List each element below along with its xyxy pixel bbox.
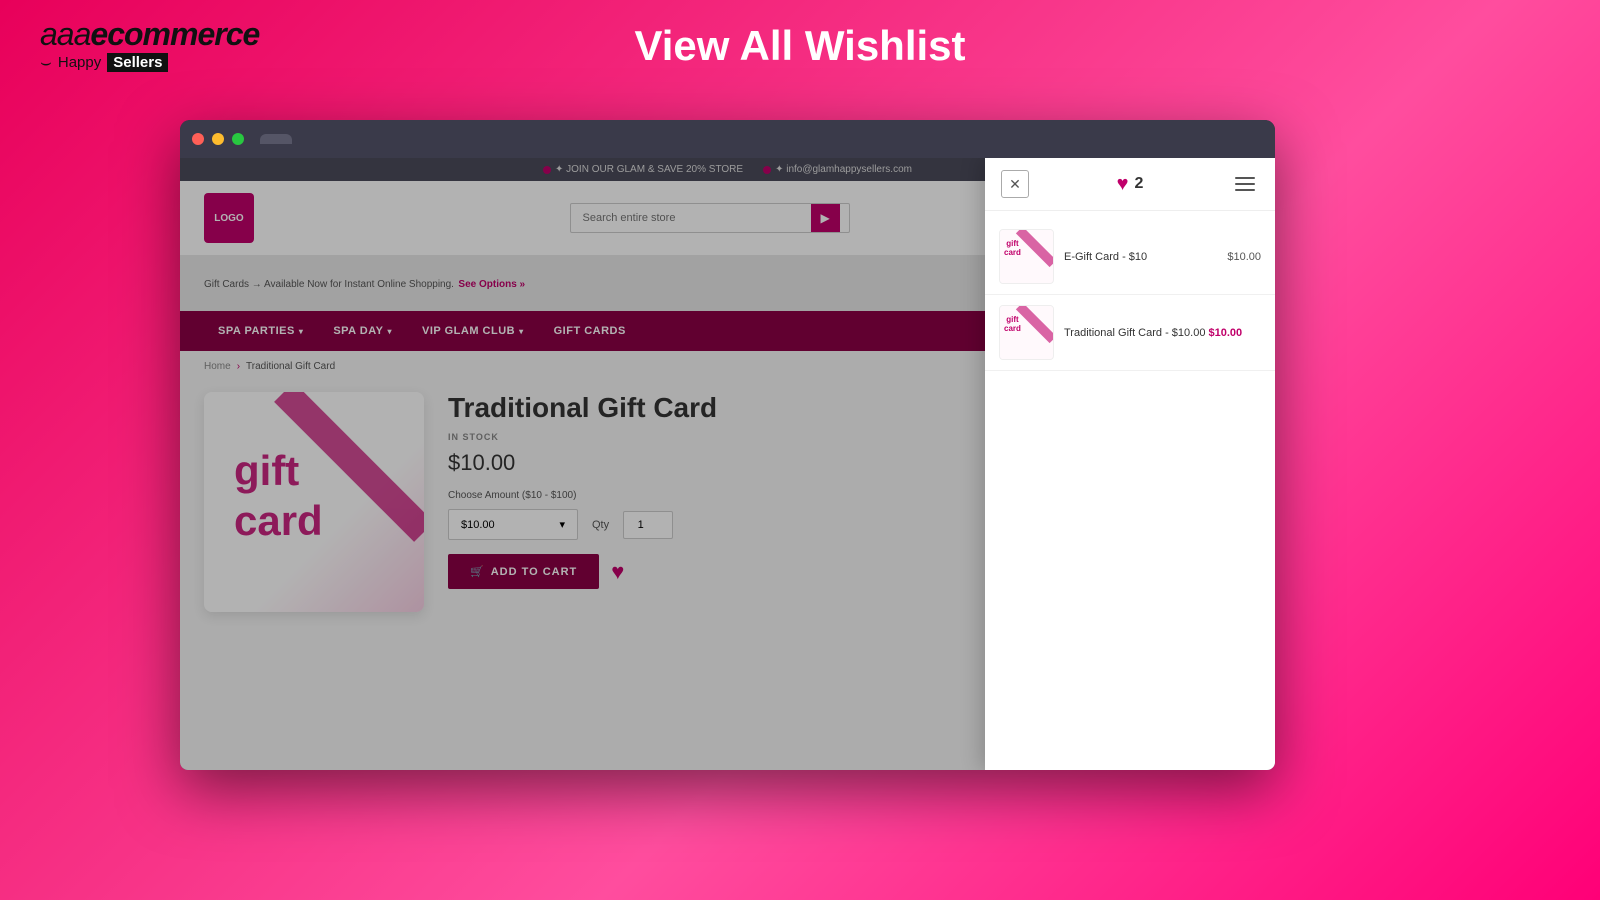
nav-spa-day-chevron: ▾ (388, 327, 393, 336)
menu-line-1 (1235, 177, 1255, 179)
menu-line-2 (1235, 183, 1255, 185)
topbar-item-1: ✦ JOIN OUR GLAM & SAVE 20% STORE (543, 164, 743, 175)
browser-tab[interactable] (260, 134, 292, 144)
search-input[interactable] (571, 205, 811, 231)
nav-vip-glam-chevron: ▾ (519, 327, 524, 336)
store-logo-img: LOGO (204, 193, 254, 243)
nav-item-gift-cards[interactable]: GIFT CARDS (540, 311, 640, 351)
browser-minimize-btn[interactable] (212, 133, 224, 145)
wishlist-panel: ✕ ♥ 2 (985, 158, 1275, 770)
wishlist-item-1-text: giftcard (1004, 240, 1021, 258)
nav-item-spa-parties[interactable]: SPA PARTIES ▾ (204, 311, 317, 351)
wishlist-close-button[interactable]: ✕ (1001, 170, 1029, 198)
wishlist-item-2-price-red: $10.00 (1209, 327, 1243, 339)
gift-word-card: card (234, 497, 323, 545)
wishlist-item-1-image: giftcard (999, 229, 1054, 284)
gift-card-visual: gift card (204, 392, 424, 612)
amount-chevron-icon: ▾ (559, 518, 565, 531)
search-button[interactable]: ▶ (811, 204, 840, 232)
qty-input[interactable] (623, 511, 673, 539)
breadcrumb-home[interactable]: Home (204, 361, 231, 372)
page-title: View All Wishlist (634, 22, 965, 70)
add-to-cart-label: ADD TO CART (491, 566, 578, 578)
nav-spa-parties-chevron: ▾ (299, 327, 304, 336)
browser-content: ✦ JOIN OUR GLAM & SAVE 20% STORE ✦ info@… (180, 158, 1275, 770)
topbar-text-1: ✦ JOIN OUR GLAM & SAVE 20% STORE (555, 164, 743, 175)
wishlist-header: ✕ ♥ 2 (985, 158, 1275, 211)
breadcrumb-separator: › (237, 361, 240, 372)
nav-gift-cards-label: GIFT CARDS (554, 325, 626, 337)
wishlist-item: giftcard Traditional Gift Card - $10.00 … (985, 295, 1275, 371)
amount-value: $10.00 (461, 519, 495, 531)
add-to-cart-button[interactable]: 🛒 ADD TO CART (448, 554, 599, 589)
nav-item-spa-day[interactable]: SPA DAY ▾ (319, 311, 406, 351)
promo-text: Gift Cards → Available Now for Instant O… (204, 279, 454, 290)
wishlist-heart-icon: ♥ (1117, 173, 1129, 196)
brand-arrow-icon: ⌣ (40, 52, 52, 73)
menu-line-3 (1235, 189, 1255, 191)
qty-label: Qty (592, 519, 609, 531)
wishlist-count: ♥ 2 (1117, 173, 1144, 196)
wishlist-item: giftcard E-Gift Card - $10 $10.00 (985, 219, 1275, 295)
wishlist-item-2-name: Traditional Gift Card - $10.00 $10.00 (1064, 327, 1261, 339)
brand-happy-label: Happy (58, 54, 101, 71)
brand-name: aaaecommerce (40, 18, 259, 50)
wishlist-item-2-text: giftcard (1004, 316, 1021, 334)
brand-tagline: ⌣ Happy Sellers (40, 52, 259, 73)
wishlist-item-2-image: giftcard (999, 305, 1054, 360)
top-brand-bar: aaaecommerce ⌣ Happy Sellers View All Wi… (0, 0, 1600, 91)
nav-spa-parties-label: SPA PARTIES (218, 325, 295, 337)
brand-sellers-label: Sellers (107, 53, 168, 72)
gift-word-gift: gift (234, 447, 299, 495)
promo-link[interactable]: See Options » (458, 279, 525, 290)
brand-logo: aaaecommerce ⌣ Happy Sellers (40, 18, 259, 73)
promo-text-area: Gift Cards → Available Now for Instant O… (204, 274, 525, 292)
search-bar[interactable]: ▶ (570, 203, 850, 233)
wishlist-menu-button[interactable] (1231, 170, 1259, 198)
browser-close-btn[interactable] (192, 133, 204, 145)
breadcrumb-current: Traditional Gift Card (246, 361, 335, 372)
store-logo: LOGO (204, 193, 324, 243)
browser-window: ✦ JOIN OUR GLAM & SAVE 20% STORE ✦ info@… (180, 120, 1275, 770)
browser-chrome (180, 120, 1275, 158)
browser-maximize-btn[interactable] (232, 133, 244, 145)
nav-item-vip-glam[interactable]: VIP GLAM CLUB ▾ (408, 311, 538, 351)
topbar-dot-2 (763, 166, 771, 174)
wishlist-count-number: 2 (1134, 175, 1143, 193)
nav-spa-day-label: SPA DAY (333, 325, 383, 337)
product-wishlist-button[interactable]: ♥ (611, 559, 624, 585)
amount-select[interactable]: $10.00 ▾ (448, 509, 578, 540)
topbar-dot-1 (543, 166, 551, 174)
cart-btn-icon: 🛒 (470, 565, 485, 578)
wishlist-item-2-info: Traditional Gift Card - $10.00 $10.00 (1064, 327, 1261, 339)
topbar-item-2: ✦ info@glamhappysellers.com (763, 164, 912, 175)
product-image: gift card (204, 392, 424, 612)
close-icon: ✕ (1009, 176, 1021, 193)
nav-vip-glam-label: VIP GLAM CLUB (422, 325, 515, 337)
wishlist-item-1-info: E-Gift Card - $10 (1064, 251, 1217, 263)
wishlist-items-list: giftcard E-Gift Card - $10 $10.00 (985, 211, 1275, 770)
topbar-text-2: ✦ info@glamhappysellers.com (775, 164, 912, 175)
wishlist-item-1-price: $10.00 (1227, 251, 1261, 263)
wishlist-item-1-name: E-Gift Card - $10 (1064, 251, 1217, 263)
